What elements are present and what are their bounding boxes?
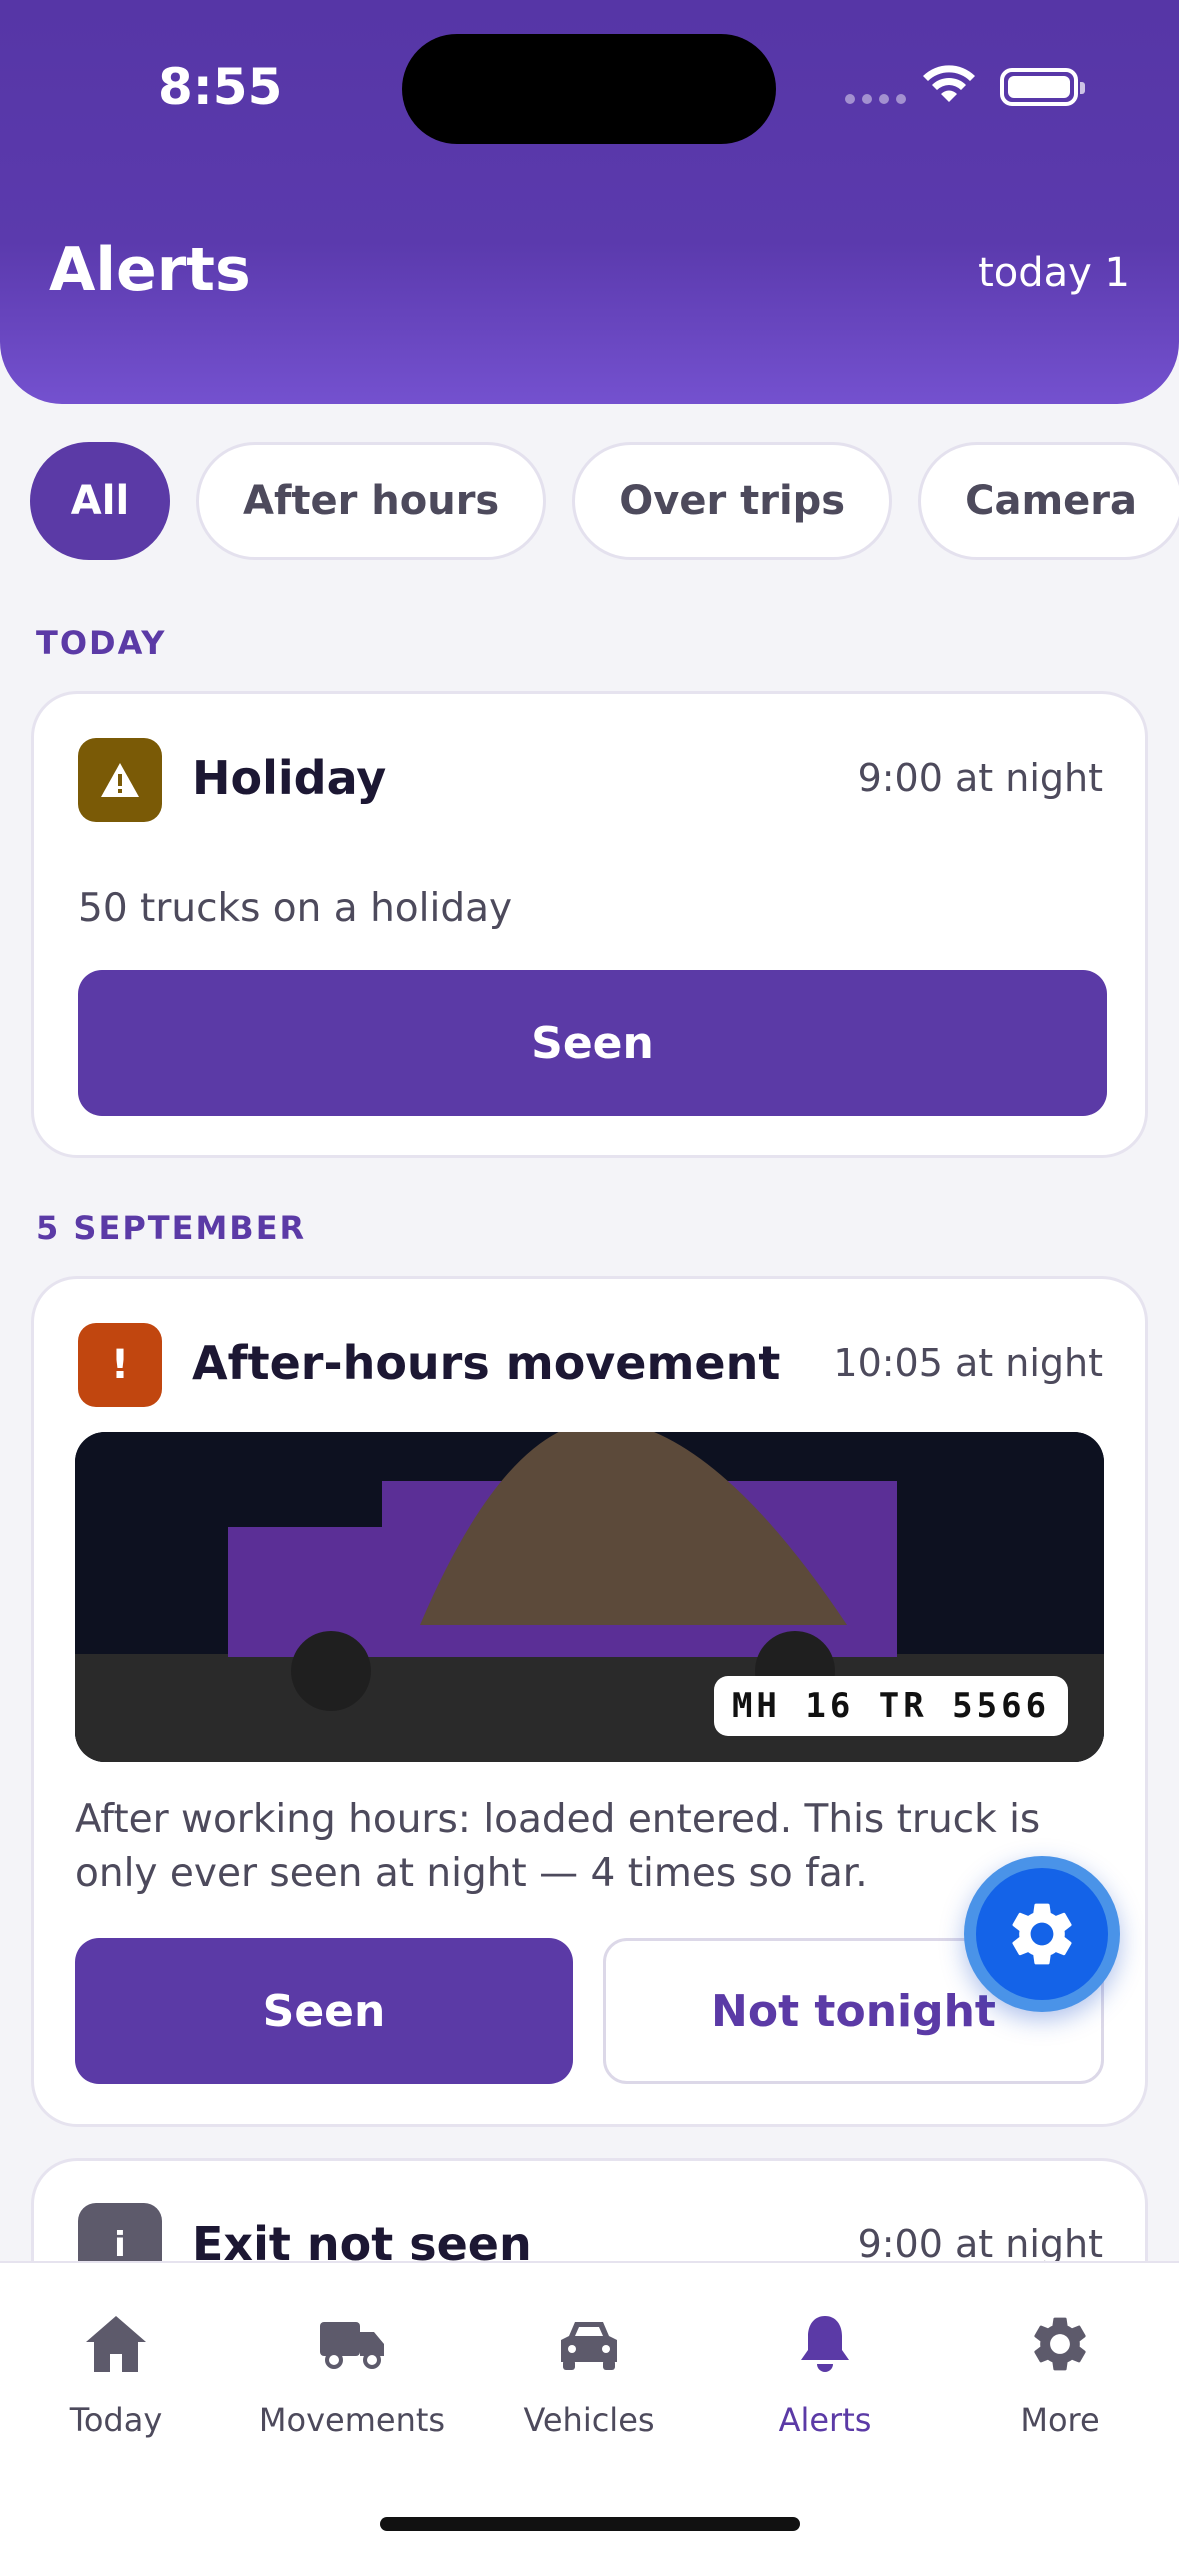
today-count: today 1 — [978, 250, 1130, 296]
tab-vehicles[interactable]: Vehicles — [471, 2311, 707, 2439]
status-time: 8:55 — [158, 58, 283, 116]
alert-body: After working hours: loaded entered. Thi… — [75, 1797, 1041, 1896]
home-indicator[interactable] — [380, 2517, 800, 2531]
filter-chips: All After hours Over trips Camera — [30, 442, 1179, 560]
exclamation-icon: ! — [78, 1323, 162, 1407]
gear-icon — [1012, 1903, 1072, 1965]
tab-movements[interactable]: Movements — [234, 2311, 470, 2439]
seen-button[interactable]: Seen — [78, 970, 1107, 1116]
cellular-signal-icon — [845, 94, 906, 104]
tab-alerts[interactable]: Alerts — [707, 2311, 943, 2439]
truck-icon — [316, 2311, 388, 2377]
settings-fab[interactable] — [964, 1856, 1120, 2012]
wifi-icon — [923, 65, 975, 102]
tab-label: Alerts — [778, 2401, 872, 2439]
filter-chip-over-trips[interactable]: Over trips — [572, 442, 893, 560]
alert-title: After-hours movement — [192, 1336, 781, 1390]
alert-time: 9:00 at night — [857, 756, 1103, 800]
section-label-5-september: 5 SEPTEMBER — [36, 1209, 307, 1247]
tab-today[interactable]: Today — [0, 2311, 234, 2439]
car-icon — [557, 2311, 621, 2377]
tab-bar: Today Movements Vehicles Alerts More — [0, 2261, 1179, 2556]
gear-icon — [1027, 2311, 1093, 2377]
alert-title: Holiday — [192, 751, 387, 805]
alert-time: 10:05 at night — [833, 1341, 1103, 1385]
seen-button[interactable]: Seen — [75, 1938, 573, 2084]
page-title: Alerts — [49, 235, 251, 305]
alert-body: 50 trucks on a holiday — [78, 886, 513, 931]
license-plate: MH 16 TR 5566 — [714, 1676, 1068, 1736]
tab-label: More — [1020, 2401, 1100, 2439]
battery-icon — [1000, 68, 1085, 106]
tab-label: Movements — [258, 2401, 446, 2439]
section-label-today: TODAY — [36, 624, 167, 662]
filter-chip-after-hours[interactable]: After hours — [196, 442, 547, 560]
tab-more[interactable]: More — [942, 2311, 1178, 2439]
filter-chip-camera[interactable]: Camera — [918, 442, 1179, 560]
header: 8:55 Alerts today 1 — [0, 0, 1179, 404]
dynamic-island — [402, 34, 776, 144]
alert-time: 9:00 at night — [857, 2222, 1103, 2266]
tab-label: Vehicles — [523, 2401, 655, 2439]
warning-icon — [78, 738, 162, 822]
home-icon — [82, 2311, 150, 2377]
bell-icon — [795, 2311, 855, 2377]
tab-label: Today — [69, 2401, 163, 2439]
alert-card-holiday: Holiday 9:00 at night 50 trucks on a hol… — [31, 691, 1148, 1158]
filter-chip-all[interactable]: All — [30, 442, 170, 560]
